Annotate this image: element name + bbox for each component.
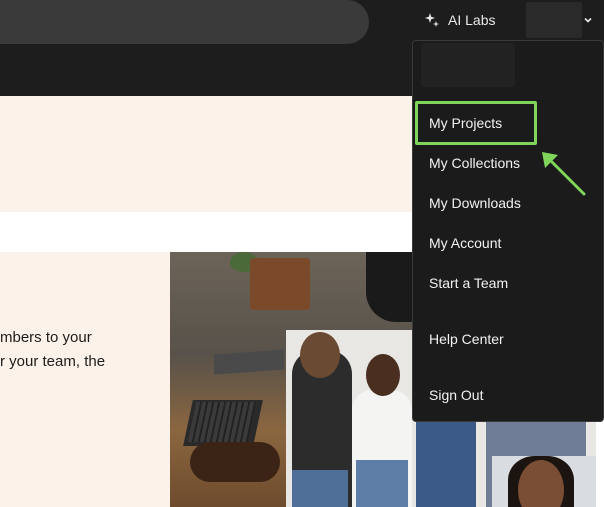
arrow-up-left-icon [536,146,588,198]
menu-item-my-downloads[interactable]: My Downloads [429,193,521,213]
team-description-line: r your team, the [0,353,106,370]
team-description: mbers to your r your team, the [0,326,170,374]
menu-item-help-center[interactable]: Help Center [429,329,504,349]
portrait-photo [492,456,596,507]
sparkle-icon [424,12,440,28]
menu-item-sign-out[interactable]: Sign Out [429,385,483,405]
team-description-line: mbers to your [0,329,92,346]
account-avatar-button[interactable] [526,2,582,38]
account-dropdown-menu: My Projects My Collections My Downloads … [412,40,604,422]
menu-item-my-account[interactable]: My Account [429,233,501,253]
team-section-panel [0,252,170,507]
search-bar[interactable] [0,0,369,44]
menu-item-start-a-team[interactable]: Start a Team [429,273,508,293]
ai-labs-link[interactable]: AI Labs [424,9,495,31]
chevron-down-icon[interactable] [582,13,594,25]
menu-item-my-collections[interactable]: My Collections [429,153,520,173]
menu-avatar [421,43,515,87]
highlight-box [415,101,537,145]
ai-labs-label: AI Labs [448,12,496,28]
